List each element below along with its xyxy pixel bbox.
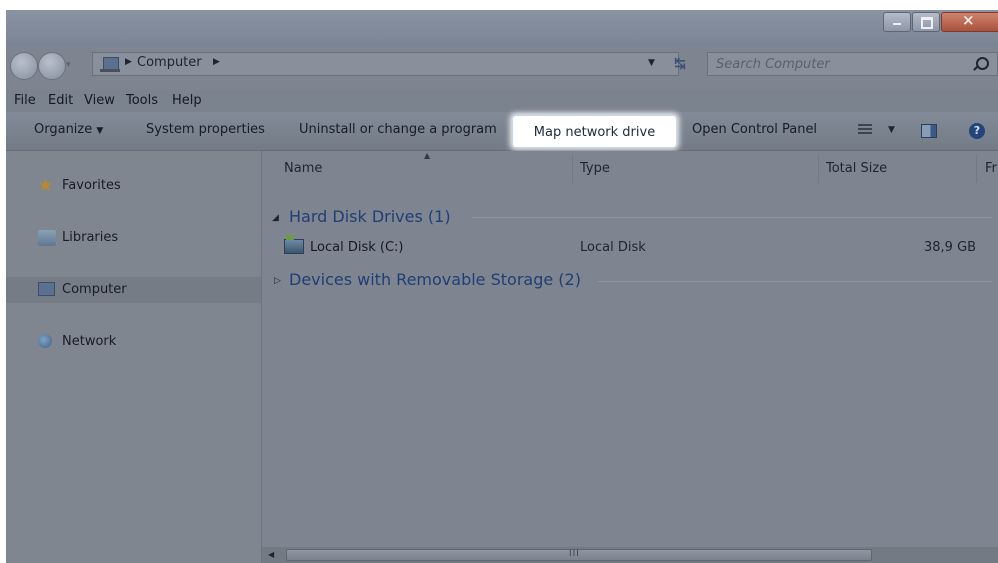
scroll-left-icon[interactable]: ◀ xyxy=(268,550,274,559)
sidebar-item-label: Libraries xyxy=(62,230,119,245)
item-type: Local Disk xyxy=(580,240,646,255)
sidebar-item-label: Network xyxy=(62,334,117,349)
map-network-drive-label: Map network drive xyxy=(533,125,656,140)
group-divider xyxy=(598,281,992,282)
refresh-icon[interactable]: ↹ xyxy=(674,56,686,72)
navigation-pane: ★ Favorites Libraries Computer Network xyxy=(6,151,262,563)
search-box[interactable] xyxy=(707,52,998,76)
chevron-right-icon[interactable]: ▶ xyxy=(213,57,220,67)
group-header-removable-storage[interactable]: Devices with Removable Storage (2) xyxy=(289,270,581,289)
chevron-right-icon[interactable]: ▶ xyxy=(125,57,132,67)
scrollbar-thumb[interactable]: III xyxy=(286,549,872,561)
item-total-size: 38,9 GB xyxy=(924,240,977,255)
expand-icon[interactable]: ▷ xyxy=(274,276,281,286)
address-bar[interactable]: ▶ Computer ▶ ▼ xyxy=(92,52,679,76)
computer-icon xyxy=(100,57,120,72)
sidebar-item-network[interactable]: Network xyxy=(6,329,261,355)
forward-button[interactable] xyxy=(38,52,66,80)
command-bar: Organize ▼ System properties Uninstall o… xyxy=(6,112,998,151)
chevron-down-icon: ▼ xyxy=(96,126,104,136)
sidebar-item-label: Favorites xyxy=(62,178,121,193)
libraries-icon xyxy=(38,230,56,246)
collapse-icon[interactable]: ◢ xyxy=(272,213,279,223)
close-icon: × xyxy=(962,11,975,29)
search-icon[interactable] xyxy=(976,57,989,70)
column-divider[interactable] xyxy=(976,155,977,183)
breadcrumb-computer[interactable]: Computer xyxy=(137,55,202,70)
column-header-type[interactable]: Type xyxy=(580,161,610,176)
computer-icon xyxy=(38,282,55,296)
item-name: Local Disk (C:) xyxy=(310,240,404,255)
recent-pages-dropdown[interactable]: ▾ xyxy=(66,60,71,70)
local-disk-icon xyxy=(284,235,304,254)
sort-ascending-icon: ▲ xyxy=(424,151,431,160)
column-divider[interactable] xyxy=(572,155,573,183)
column-header-name[interactable]: Name xyxy=(284,161,322,176)
minimize-button[interactable] xyxy=(883,12,911,32)
star-icon: ★ xyxy=(38,176,54,196)
system-properties-button[interactable]: System properties xyxy=(146,122,265,137)
sidebar-item-label: Computer xyxy=(62,282,127,297)
menu-view[interactable]: View xyxy=(84,93,115,108)
horizontal-scrollbar[interactable]: ◀ III xyxy=(262,547,998,563)
navigation-row: ▾ ▶ Computer ▶ ▼ ↹ xyxy=(6,50,998,80)
menu-bar: File Edit View Tools Help xyxy=(6,90,998,112)
uninstall-program-button[interactable]: Uninstall or change a program xyxy=(299,122,497,137)
column-header-total-size[interactable]: Total Size xyxy=(826,161,887,176)
menu-edit[interactable]: Edit xyxy=(48,93,73,108)
preview-pane-icon[interactable] xyxy=(921,124,937,138)
maximize-button[interactable] xyxy=(912,12,940,32)
back-button[interactable] xyxy=(10,52,38,80)
help-icon[interactable]: ? xyxy=(969,123,985,139)
group-header-hard-disk-drives[interactable]: Hard Disk Drives (1) xyxy=(289,207,451,226)
sidebar-item-computer[interactable]: Computer xyxy=(6,277,261,303)
menu-file[interactable]: File xyxy=(14,93,36,108)
search-input[interactable] xyxy=(716,55,956,73)
chevron-down-icon[interactable]: ▼ xyxy=(888,125,895,135)
sidebar-item-favorites[interactable]: ★ Favorites xyxy=(6,173,261,199)
open-control-panel-button[interactable]: Open Control Panel xyxy=(692,122,817,137)
file-list: ▲ Name Type Total Size Fr ◢ Hard Disk Dr… xyxy=(262,151,998,563)
column-header-free-space[interactable]: Fr xyxy=(985,161,997,176)
title-bar: × xyxy=(6,10,998,46)
network-icon xyxy=(38,334,52,348)
menu-tools[interactable]: Tools xyxy=(126,93,158,108)
views-icon[interactable] xyxy=(858,124,872,136)
sidebar-item-libraries[interactable]: Libraries xyxy=(6,225,261,251)
map-network-drive-button[interactable]: Map network drive xyxy=(512,115,677,148)
column-divider[interactable] xyxy=(818,155,819,183)
grip-icon: III xyxy=(569,549,580,559)
menu-help[interactable]: Help xyxy=(172,93,202,108)
address-dropdown-icon[interactable]: ▼ xyxy=(648,58,655,68)
organize-label: Organize xyxy=(34,122,93,137)
explorer-window: × ▾ ▶ Computer ▶ ▼ ↹ File Edit View Tool… xyxy=(6,10,998,563)
organize-button[interactable]: Organize ▼ xyxy=(34,122,103,137)
group-divider xyxy=(472,217,992,218)
close-button[interactable]: × xyxy=(941,11,998,32)
